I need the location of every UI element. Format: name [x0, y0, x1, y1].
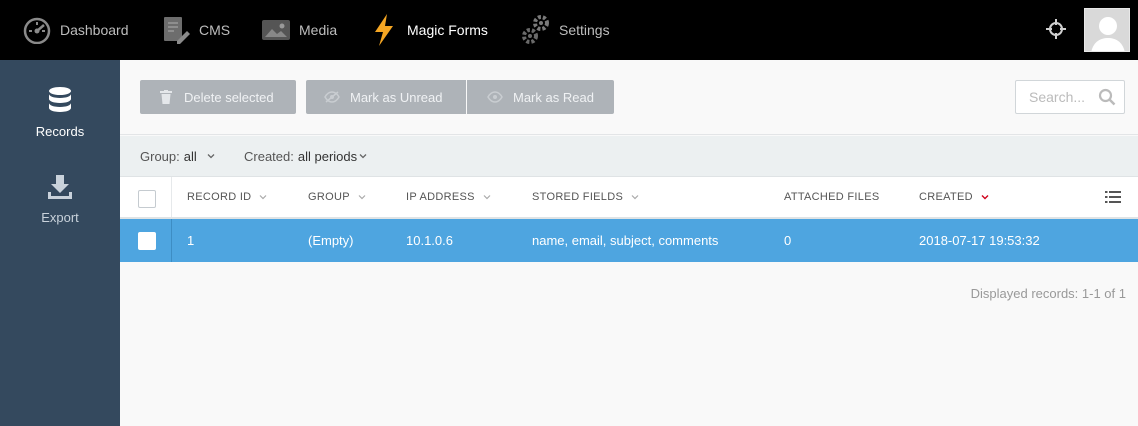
download-icon — [46, 172, 74, 202]
mark-read-label: Mark as Read — [513, 89, 594, 105]
chevron-down-icon — [207, 154, 215, 159]
created-filter-label: Created: — [244, 148, 294, 164]
nav-label: Media — [299, 22, 338, 38]
cell-stored-fields: name, email, subject, comments — [532, 233, 719, 248]
nav-settings[interactable]: Settings — [520, 0, 610, 60]
search-box — [1015, 80, 1125, 114]
created-filter-value: all periods — [297, 148, 358, 164]
delete-selected-label: Delete selected — [184, 89, 274, 105]
column-label: GROUP — [308, 191, 350, 203]
delete-selected-button[interactable]: Delete selected — [140, 80, 296, 114]
search-input[interactable] — [1016, 81, 1100, 113]
chevron-down-icon — [631, 195, 639, 200]
mark-read-button[interactable]: Mark as Read — [467, 80, 614, 114]
row-checkbox[interactable] — [138, 232, 156, 250]
crosshair-icon[interactable] — [1045, 18, 1067, 40]
column-stored-fields[interactable]: STORED FIELDS — [532, 177, 639, 217]
nav-label: CMS — [199, 22, 231, 38]
sidebar-item-export[interactable]: Export — [0, 172, 120, 242]
toolbar: Delete selected Mark as Unread Mark as R… — [120, 60, 1138, 135]
group-filter-label: Group: — [140, 148, 180, 164]
filter-bar: Group: all Created: all periods — [120, 136, 1138, 177]
cell-ip-address: 10.1.0.6 — [406, 233, 453, 248]
dashboard-icon — [21, 14, 53, 46]
nav-label: Magic Forms — [407, 22, 488, 38]
media-icon — [260, 14, 292, 46]
column-record-id[interactable]: RECORD ID — [187, 177, 267, 217]
row-select-cell — [120, 219, 172, 262]
column-group[interactable]: GROUP — [308, 177, 366, 217]
nav-cms[interactable]: CMS — [160, 0, 230, 60]
table-row[interactable]: 1 (Empty) 10.1.0.6 name, email, subject,… — [120, 219, 1138, 262]
chevron-down-icon — [359, 154, 367, 159]
list-settings-icon[interactable] — [1105, 190, 1121, 204]
column-label: IP ADDRESS — [406, 191, 475, 203]
select-all-checkbox[interactable] — [138, 190, 156, 208]
nav-magic-forms[interactable]: Magic Forms — [368, 0, 488, 60]
column-created[interactable]: CREATED — [919, 177, 989, 217]
sidebar-item-records[interactable]: Records — [0, 86, 120, 156]
group-filter-value: all — [183, 148, 197, 164]
nav-label: Settings — [559, 22, 610, 38]
sidebar-item-label: Records — [35, 124, 85, 139]
select-all-cell — [120, 177, 172, 217]
chevron-down-icon — [260, 195, 267, 200]
column-attached-files: ATTACHED FILES — [784, 177, 879, 217]
cms-icon — [160, 14, 192, 46]
cell-record-id: 1 — [187, 233, 195, 248]
top-navbar: Dashboard CMS Media Magic Forms Settings — [0, 0, 1138, 60]
mark-unread-label: Mark as Unread — [350, 89, 443, 105]
table-header: RECORD ID GROUP IP ADDRESS STORED FIELDS… — [120, 177, 1138, 219]
column-label: CREATED — [919, 191, 973, 203]
chevron-down-icon — [358, 195, 366, 200]
sidebar-item-label: Export — [41, 210, 79, 225]
gear-icon — [520, 14, 552, 46]
lightning-icon — [368, 14, 400, 46]
cell-group: (Empty) — [308, 233, 354, 248]
nav-label: Dashboard — [60, 22, 129, 38]
records-count: Displayed records: 1-1 of 1 — [970, 286, 1126, 301]
cell-attached-files: 0 — [784, 233, 792, 248]
sidebar: Records Export — [0, 60, 120, 426]
group-filter[interactable]: Group: all — [140, 136, 215, 176]
mark-unread-button[interactable]: Mark as Unread — [306, 80, 466, 114]
database-icon — [46, 86, 74, 116]
avatar[interactable] — [1084, 8, 1130, 52]
column-label: ATTACHED FILES — [784, 191, 880, 203]
nav-dashboard[interactable]: Dashboard — [21, 0, 129, 60]
column-label: STORED FIELDS — [532, 191, 624, 203]
eye-slash-icon — [324, 89, 340, 105]
eye-icon — [487, 89, 503, 105]
chevron-down-icon — [483, 195, 491, 200]
column-label: RECORD ID — [187, 191, 252, 203]
sort-desc-icon — [981, 195, 989, 200]
cell-created: 2018-07-17 19:53:32 — [919, 233, 1040, 248]
search-icon[interactable] — [1098, 88, 1116, 106]
created-filter[interactable]: Created: all periods — [244, 136, 367, 176]
trash-icon — [158, 89, 174, 105]
column-ip-address[interactable]: IP ADDRESS — [406, 177, 491, 217]
nav-media[interactable]: Media — [260, 0, 337, 60]
